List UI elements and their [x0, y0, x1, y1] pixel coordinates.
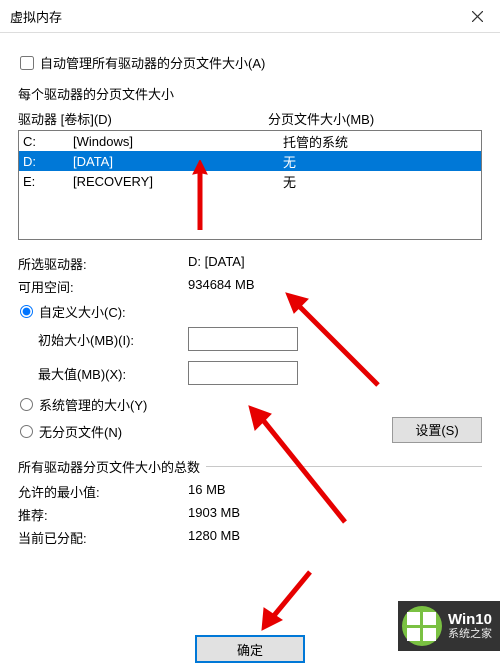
drive-letter: C: [23, 134, 73, 149]
section-each-drive: 每个驱动器的分页文件大小 [18, 84, 482, 103]
drive-letter: D: [23, 154, 73, 169]
drive-pagefile: 无 [283, 152, 477, 171]
close-button[interactable] [455, 0, 500, 32]
free-space-value: 934684 MB [188, 277, 482, 296]
drive-label: [Windows] [73, 134, 283, 149]
radio-custom-size[interactable] [20, 305, 33, 318]
drive-list[interactable]: C:[Windows]托管的系统D:[DATA]无E:[RECOVERY]无 [18, 130, 482, 240]
drive-row[interactable]: C:[Windows]托管的系统 [19, 131, 481, 151]
selected-drive-label: 所选驱动器: [18, 254, 188, 273]
list-header-drive: 驱动器 [卷标](D) [18, 109, 268, 128]
selected-drive-value: D: [DATA] [188, 254, 482, 273]
drive-letter: E: [23, 174, 73, 189]
list-header-pagefile: 分页文件大小(MB) [268, 109, 482, 128]
totals-heading: 所有驱动器分页文件大小的总数 [18, 460, 206, 475]
drive-pagefile: 托管的系统 [283, 132, 477, 151]
initial-size-input[interactable] [188, 327, 298, 351]
close-icon [472, 11, 483, 22]
recommended-label: 推荐: [18, 505, 188, 524]
radio-custom-label: 自定义大小(C): [39, 302, 126, 321]
radio-system-label: 系统管理的大小(Y) [39, 395, 147, 414]
min-allowed-label: 允许的最小值: [18, 482, 188, 501]
watermark: Win10 系统之家 [398, 601, 500, 651]
radio-system-managed[interactable] [20, 398, 33, 411]
recommended-value: 1903 MB [188, 505, 482, 524]
initial-size-label: 初始大小(MB)(I): [38, 330, 188, 349]
watermark-line1: Win10 [448, 612, 492, 629]
auto-manage-checkbox[interactable] [20, 56, 34, 70]
drive-pagefile: 无 [283, 172, 477, 191]
currently-allocated-label: 当前已分配: [18, 528, 188, 547]
max-size-label: 最大值(MB)(X): [38, 364, 188, 383]
window-title: 虚拟内存 [10, 7, 455, 26]
drive-label: [DATA] [73, 154, 283, 169]
drive-label: [RECOVERY] [73, 174, 283, 189]
currently-allocated-value: 1280 MB [188, 528, 482, 547]
radio-no-pagefile[interactable] [20, 425, 33, 438]
drive-row[interactable]: D:[DATA]无 [19, 151, 481, 171]
titlebar: 虚拟内存 [0, 0, 500, 33]
max-size-input[interactable] [188, 361, 298, 385]
annotation-arrow-icon [252, 564, 322, 634]
drive-row[interactable]: E:[RECOVERY]无 [19, 171, 481, 191]
windows-logo-icon [402, 606, 442, 646]
watermark-line2: 系统之家 [448, 628, 492, 640]
free-space-label: 可用空间: [18, 277, 188, 296]
set-button[interactable]: 设置(S) [392, 417, 482, 443]
radio-none-label: 无分页文件(N) [39, 422, 122, 441]
ok-button[interactable]: 确定 [195, 635, 305, 663]
auto-manage-label: 自动管理所有驱动器的分页文件大小(A) [40, 53, 265, 72]
min-allowed-value: 16 MB [188, 482, 482, 501]
